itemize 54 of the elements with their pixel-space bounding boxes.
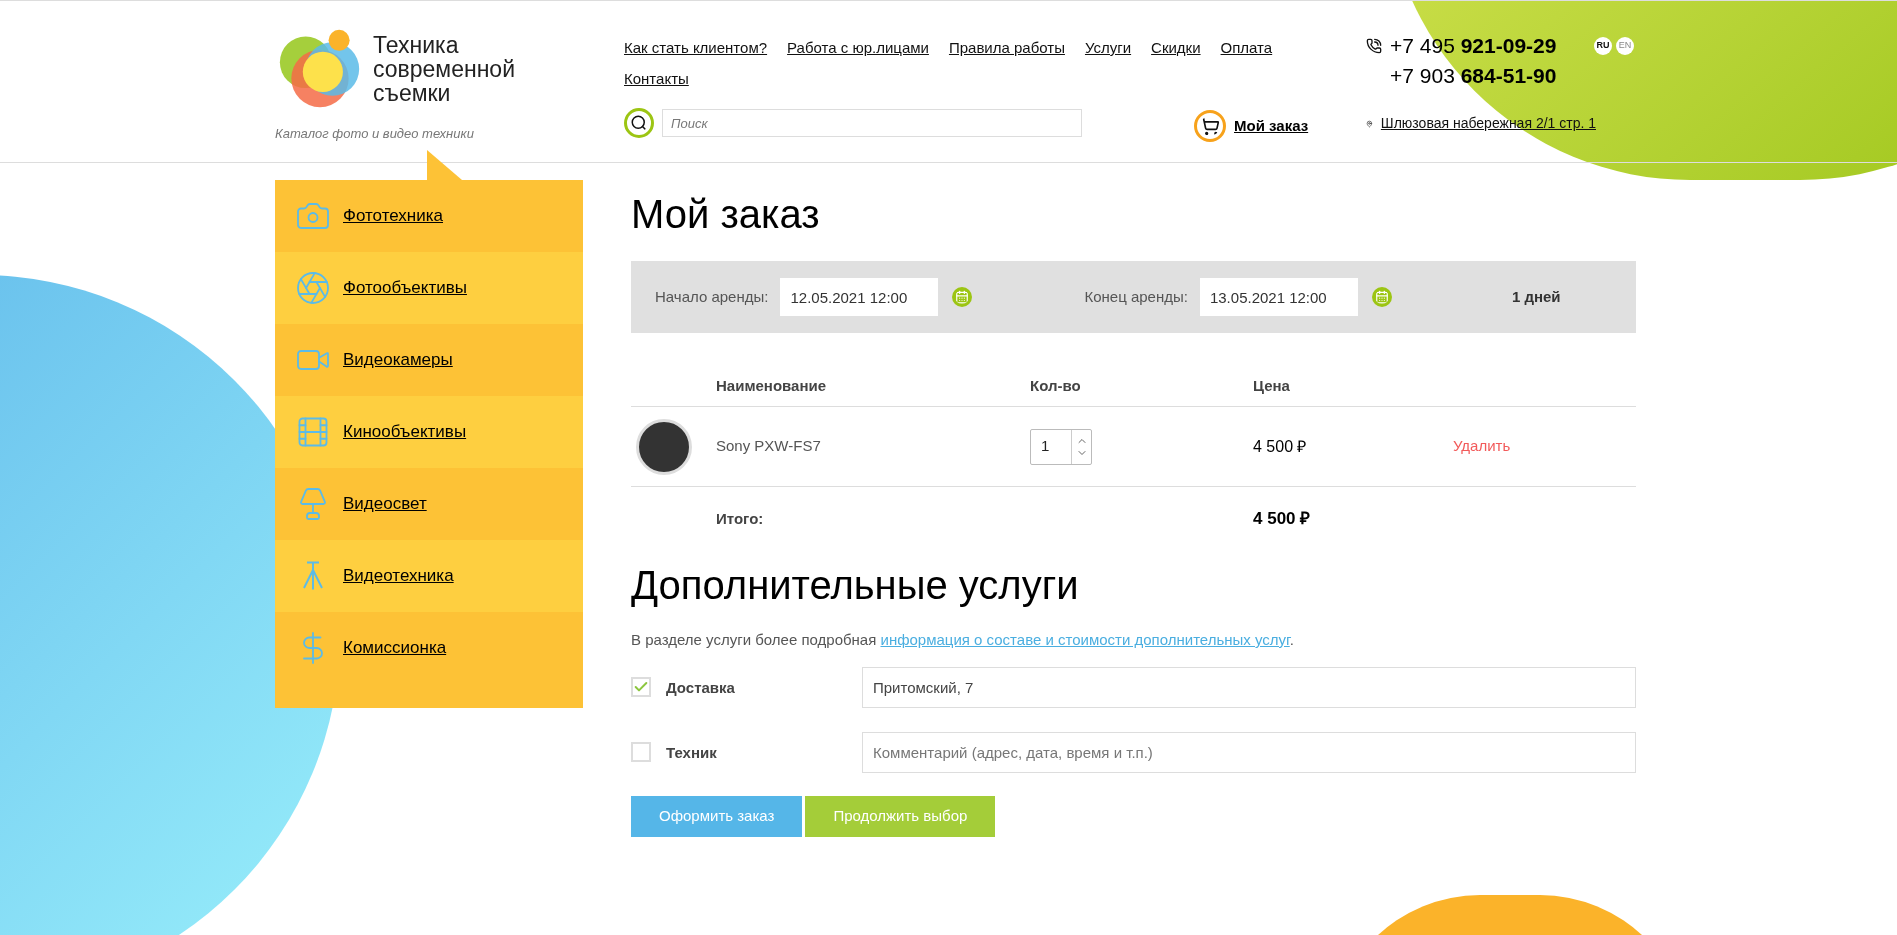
logo-title: Техника современной съемки [373,33,515,105]
sidebar-item[interactable]: Видеосвет [275,468,583,540]
product-name: Sony PXW-FS7 [716,436,822,457]
service-label: Доставка [666,677,736,698]
total-label: Итого: [716,508,765,529]
column-header: Цена [1253,376,1291,397]
nav-link[interactable]: Оплата [1220,37,1273,60]
phone-icon [1366,38,1382,54]
nav-link[interactable]: Контакты [624,67,689,90]
sidebar-item[interactable]: Фототехника [275,180,583,252]
sidebar-link[interactable]: Видеосвет [343,491,427,517]
sidebar-link[interactable]: Комиссионка [343,635,447,661]
column-header: Наименование [716,376,828,397]
checkbox[interactable] [631,741,651,762]
calendar-icon[interactable] [952,287,973,307]
date-field[interactable]: 12.05.2021 12:00 [780,278,939,316]
sidebar-link[interactable]: Фотообъективы [343,275,467,301]
rental-duration: 1 дней [1511,286,1561,307]
cart-icon [1194,110,1226,142]
nav-link[interactable]: Услуги [1084,37,1132,60]
sidebar-link[interactable]: Видеотехника [343,563,454,589]
sidebar-item[interactable]: Фотообъективы [275,252,583,324]
services-intro: В разделе услуги более подробная информация о составе и стоимости дополнительных услуг. [631,630,1295,650]
sidebar-link[interactable]: Видеокамеры [343,347,453,373]
phone-number[interactable]: +7 903 684-51-90 [1390,60,1557,92]
text-field[interactable]: Комментарий (адрес, дата, время и т.п.) [862,731,1636,773]
nav-link[interactable]: Скидки [1151,37,1201,60]
sidebar-item[interactable]: Комиссионка [275,612,583,684]
search-field[interactable]: Поиск [662,109,1082,137]
sidebar-link[interactable]: Кинообъективы [343,419,467,445]
sidebar-link[interactable]: Фототехника [343,203,443,229]
tagline: Каталог фото и видео техники [275,125,475,143]
field-label: Начало аренды: [655,286,769,307]
search-icon[interactable] [624,108,654,138]
text-field[interactable]: Притомский, 7 [862,666,1636,708]
nav-link[interactable]: Работа с юр.лицами [787,37,929,60]
sidebar-item[interactable]: Видеокамеры [275,324,583,396]
nav-link[interactable]: Правила работы [948,37,1065,60]
date-field[interactable]: 13.05.2021 12:00 [1199,278,1358,316]
checkbox[interactable] [631,676,651,697]
nav-link[interactable]: Как стать клиентом? [624,37,768,60]
section-title: Дополнительные услуги [631,562,1080,609]
calendar-icon[interactable] [1371,287,1392,307]
total-price: 4 500 ₽ [1253,508,1312,531]
column-header: Кол-во [1030,376,1082,397]
service-label: Техник [666,742,718,763]
sidebar-item[interactable]: Кинообъективы [275,396,583,468]
aperture-icon [295,270,331,306]
cart-link[interactable]: Мой заказ [1194,110,1309,142]
quantity-field[interactable]: 1 [1030,428,1092,465]
page-title: Мой заказ [631,191,821,238]
product-price: 4 500 ₽ [1253,436,1308,457]
field-label: Конец аренды: [1084,286,1188,307]
sidebar-item[interactable]: Видеотехника [275,540,583,612]
